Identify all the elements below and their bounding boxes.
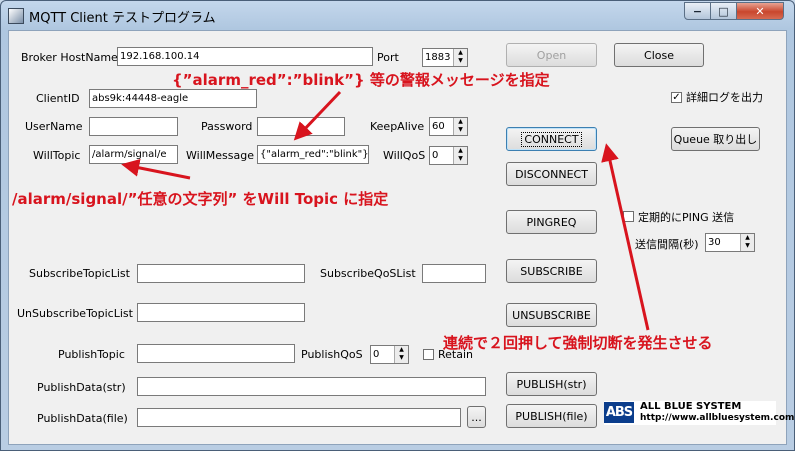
username-label: UserName xyxy=(25,120,83,133)
logo-company-name: ALL BLUE SYSTEM xyxy=(640,401,742,412)
annotation-connect-twice: 連続で２回押して強制切断を発生させる xyxy=(443,334,713,352)
client-id-label: ClientID xyxy=(36,92,80,105)
unsubscribe-topic-label: UnSubscribeTopicList xyxy=(17,307,133,320)
periodic-ping-checkbox[interactable] xyxy=(623,211,634,222)
spin-arrows-icon[interactable]: ▲ ▼ xyxy=(453,118,467,135)
keepalive-value: 60 xyxy=(432,121,445,132)
connect-button[interactable]: CONNECT xyxy=(506,127,597,151)
publish-topic-label: PublishTopic xyxy=(58,348,125,361)
broker-host-label: Broker HostName xyxy=(21,51,118,64)
pingreq-button[interactable]: PINGREQ xyxy=(506,210,597,234)
publish-qos-value: 0 xyxy=(373,349,380,360)
publish-data-file-label: PublishData(file) xyxy=(37,412,128,425)
spin-arrows-icon[interactable]: ▲ ▼ xyxy=(453,147,467,164)
will-qos-spinner[interactable]: 0 ▲ ▼ xyxy=(429,146,468,165)
publish-qos-spinner[interactable]: 0 ▲ ▼ xyxy=(370,345,409,364)
subscribe-topic-label: SubscribeTopicList xyxy=(29,267,130,280)
app-window: MQTT Client テストプログラム − □ ✕ Broker HostNa… xyxy=(0,0,795,451)
window-title: MQTT Client テストプログラム xyxy=(29,11,216,26)
connect-button-label: CONNECT xyxy=(521,131,582,147)
port-label: Port xyxy=(377,51,399,64)
publish-topic-input[interactable] xyxy=(137,344,295,363)
subscribe-qos-input[interactable] xyxy=(422,264,486,283)
subscribe-button[interactable]: SUBSCRIBE xyxy=(506,259,597,283)
open-button[interactable]: Open xyxy=(506,43,597,67)
will-message-label: WillMessage xyxy=(186,149,255,162)
annotation-will-topic: /alarm/signal/”任意の文字列” をWill Topic に指定 xyxy=(12,190,389,208)
will-topic-input[interactable]: /alarm/signal/e xyxy=(89,145,178,164)
port-spinner[interactable]: 1883 ▲ ▼ xyxy=(422,48,468,67)
close-connection-button[interactable]: Close xyxy=(614,43,704,67)
abs-logo-mark: ABS xyxy=(604,402,634,423)
allbluesystem-logo: ABS ALL BLUE SYSTEM http://www.allbluesy… xyxy=(604,401,794,425)
password-input[interactable] xyxy=(257,117,345,136)
will-qos-label: WillQoS xyxy=(383,149,426,162)
password-label: Password xyxy=(201,120,253,133)
broker-host-input[interactable]: 192.168.100.14 xyxy=(117,47,373,66)
title-bar: MQTT Client テストプログラム − □ ✕ xyxy=(1,1,794,29)
close-icon: ✕ xyxy=(755,4,765,18)
will-message-input[interactable]: {"alarm_red":"blink"} xyxy=(257,145,369,164)
minimize-icon: − xyxy=(692,4,703,18)
unsubscribe-button[interactable]: UNSUBSCRIBE xyxy=(506,303,597,327)
spin-arrows-icon[interactable]: ▲ ▼ xyxy=(740,234,754,251)
unsubscribe-topic-input[interactable] xyxy=(137,303,305,322)
username-input[interactable] xyxy=(89,117,178,136)
close-window-button[interactable]: ✕ xyxy=(736,2,784,20)
logo-url: http://www.allbluesystem.com xyxy=(640,413,795,423)
detail-log-checkbox[interactable]: ✓ xyxy=(671,92,682,103)
maximize-button[interactable]: □ xyxy=(710,2,737,20)
browse-file-button[interactable]: ... xyxy=(467,406,486,428)
subscribe-topic-input[interactable] xyxy=(137,264,305,283)
keepalive-spinner[interactable]: 60 ▲ ▼ xyxy=(429,117,468,136)
subscribe-qos-label: SubscribeQoSList xyxy=(320,267,416,280)
will-qos-value: 0 xyxy=(432,150,439,161)
publish-str-button[interactable]: PUBLISH(str) xyxy=(506,372,597,396)
keepalive-label: KeepAlive xyxy=(370,120,425,133)
publish-file-button[interactable]: PUBLISH(file) xyxy=(506,404,597,428)
interval-value: 30 xyxy=(708,237,721,248)
check-icon: ✓ xyxy=(672,92,681,103)
interval-spinner[interactable]: 30 ▲ ▼ xyxy=(705,233,755,252)
queue-button[interactable]: Queue 取り出し xyxy=(671,127,760,151)
publish-qos-label: PublishQoS xyxy=(301,348,363,361)
publish-data-file-input[interactable] xyxy=(137,408,461,427)
detail-log-label: 詳細ログを出力 xyxy=(686,91,763,104)
client-area: Broker HostName 192.168.100.14 Port 1883… xyxy=(8,30,787,445)
retain-checkbox[interactable] xyxy=(423,349,434,360)
minimize-button[interactable]: − xyxy=(684,2,711,20)
app-icon xyxy=(8,8,24,24)
publish-data-str-label: PublishData(str) xyxy=(37,381,126,394)
periodic-ping-label: 定期的にPING 送信 xyxy=(638,211,735,224)
disconnect-button[interactable]: DISCONNECT xyxy=(506,162,597,186)
publish-data-str-input[interactable] xyxy=(137,377,486,396)
spin-arrows-icon[interactable]: ▲ ▼ xyxy=(453,49,467,66)
client-id-input[interactable]: abs9k:44448-eagle xyxy=(89,89,257,108)
annotation-will-message: {”alarm_red”:”blink”} 等の警報メッセージを指定 xyxy=(172,71,550,89)
port-value: 1883 xyxy=(425,52,451,63)
spin-arrows-icon[interactable]: ▲ ▼ xyxy=(394,346,408,363)
interval-label: 送信間隔(秒) xyxy=(635,238,699,251)
will-topic-label: WillTopic xyxy=(33,149,81,162)
maximize-icon: □ xyxy=(718,4,729,18)
